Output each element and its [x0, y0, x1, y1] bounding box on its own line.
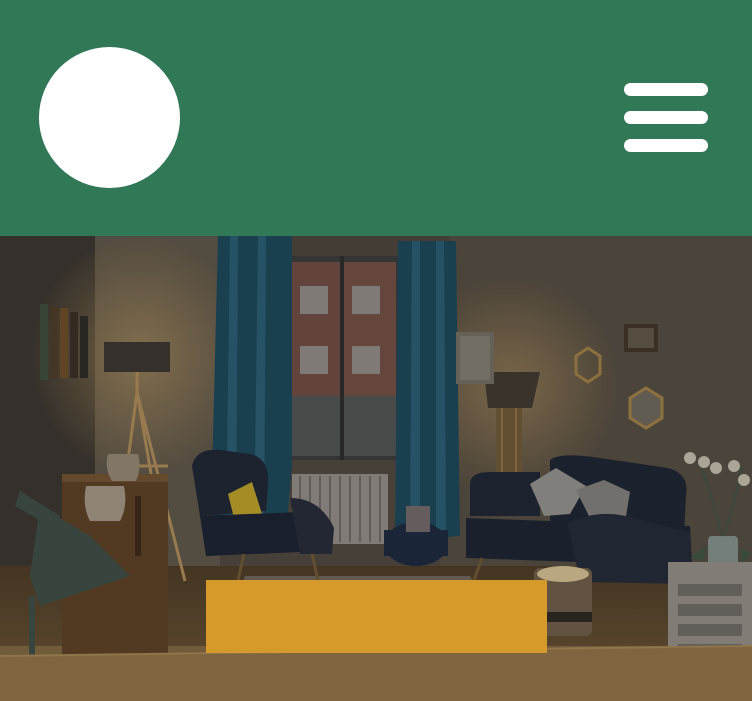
menu-bar	[624, 139, 708, 152]
logo[interactable]	[39, 47, 180, 188]
hamburger-menu-icon[interactable]	[612, 76, 720, 160]
site-header	[0, 0, 752, 236]
cta-button[interactable]	[206, 580, 547, 653]
menu-bar	[624, 83, 708, 96]
menu-bar	[624, 111, 708, 124]
